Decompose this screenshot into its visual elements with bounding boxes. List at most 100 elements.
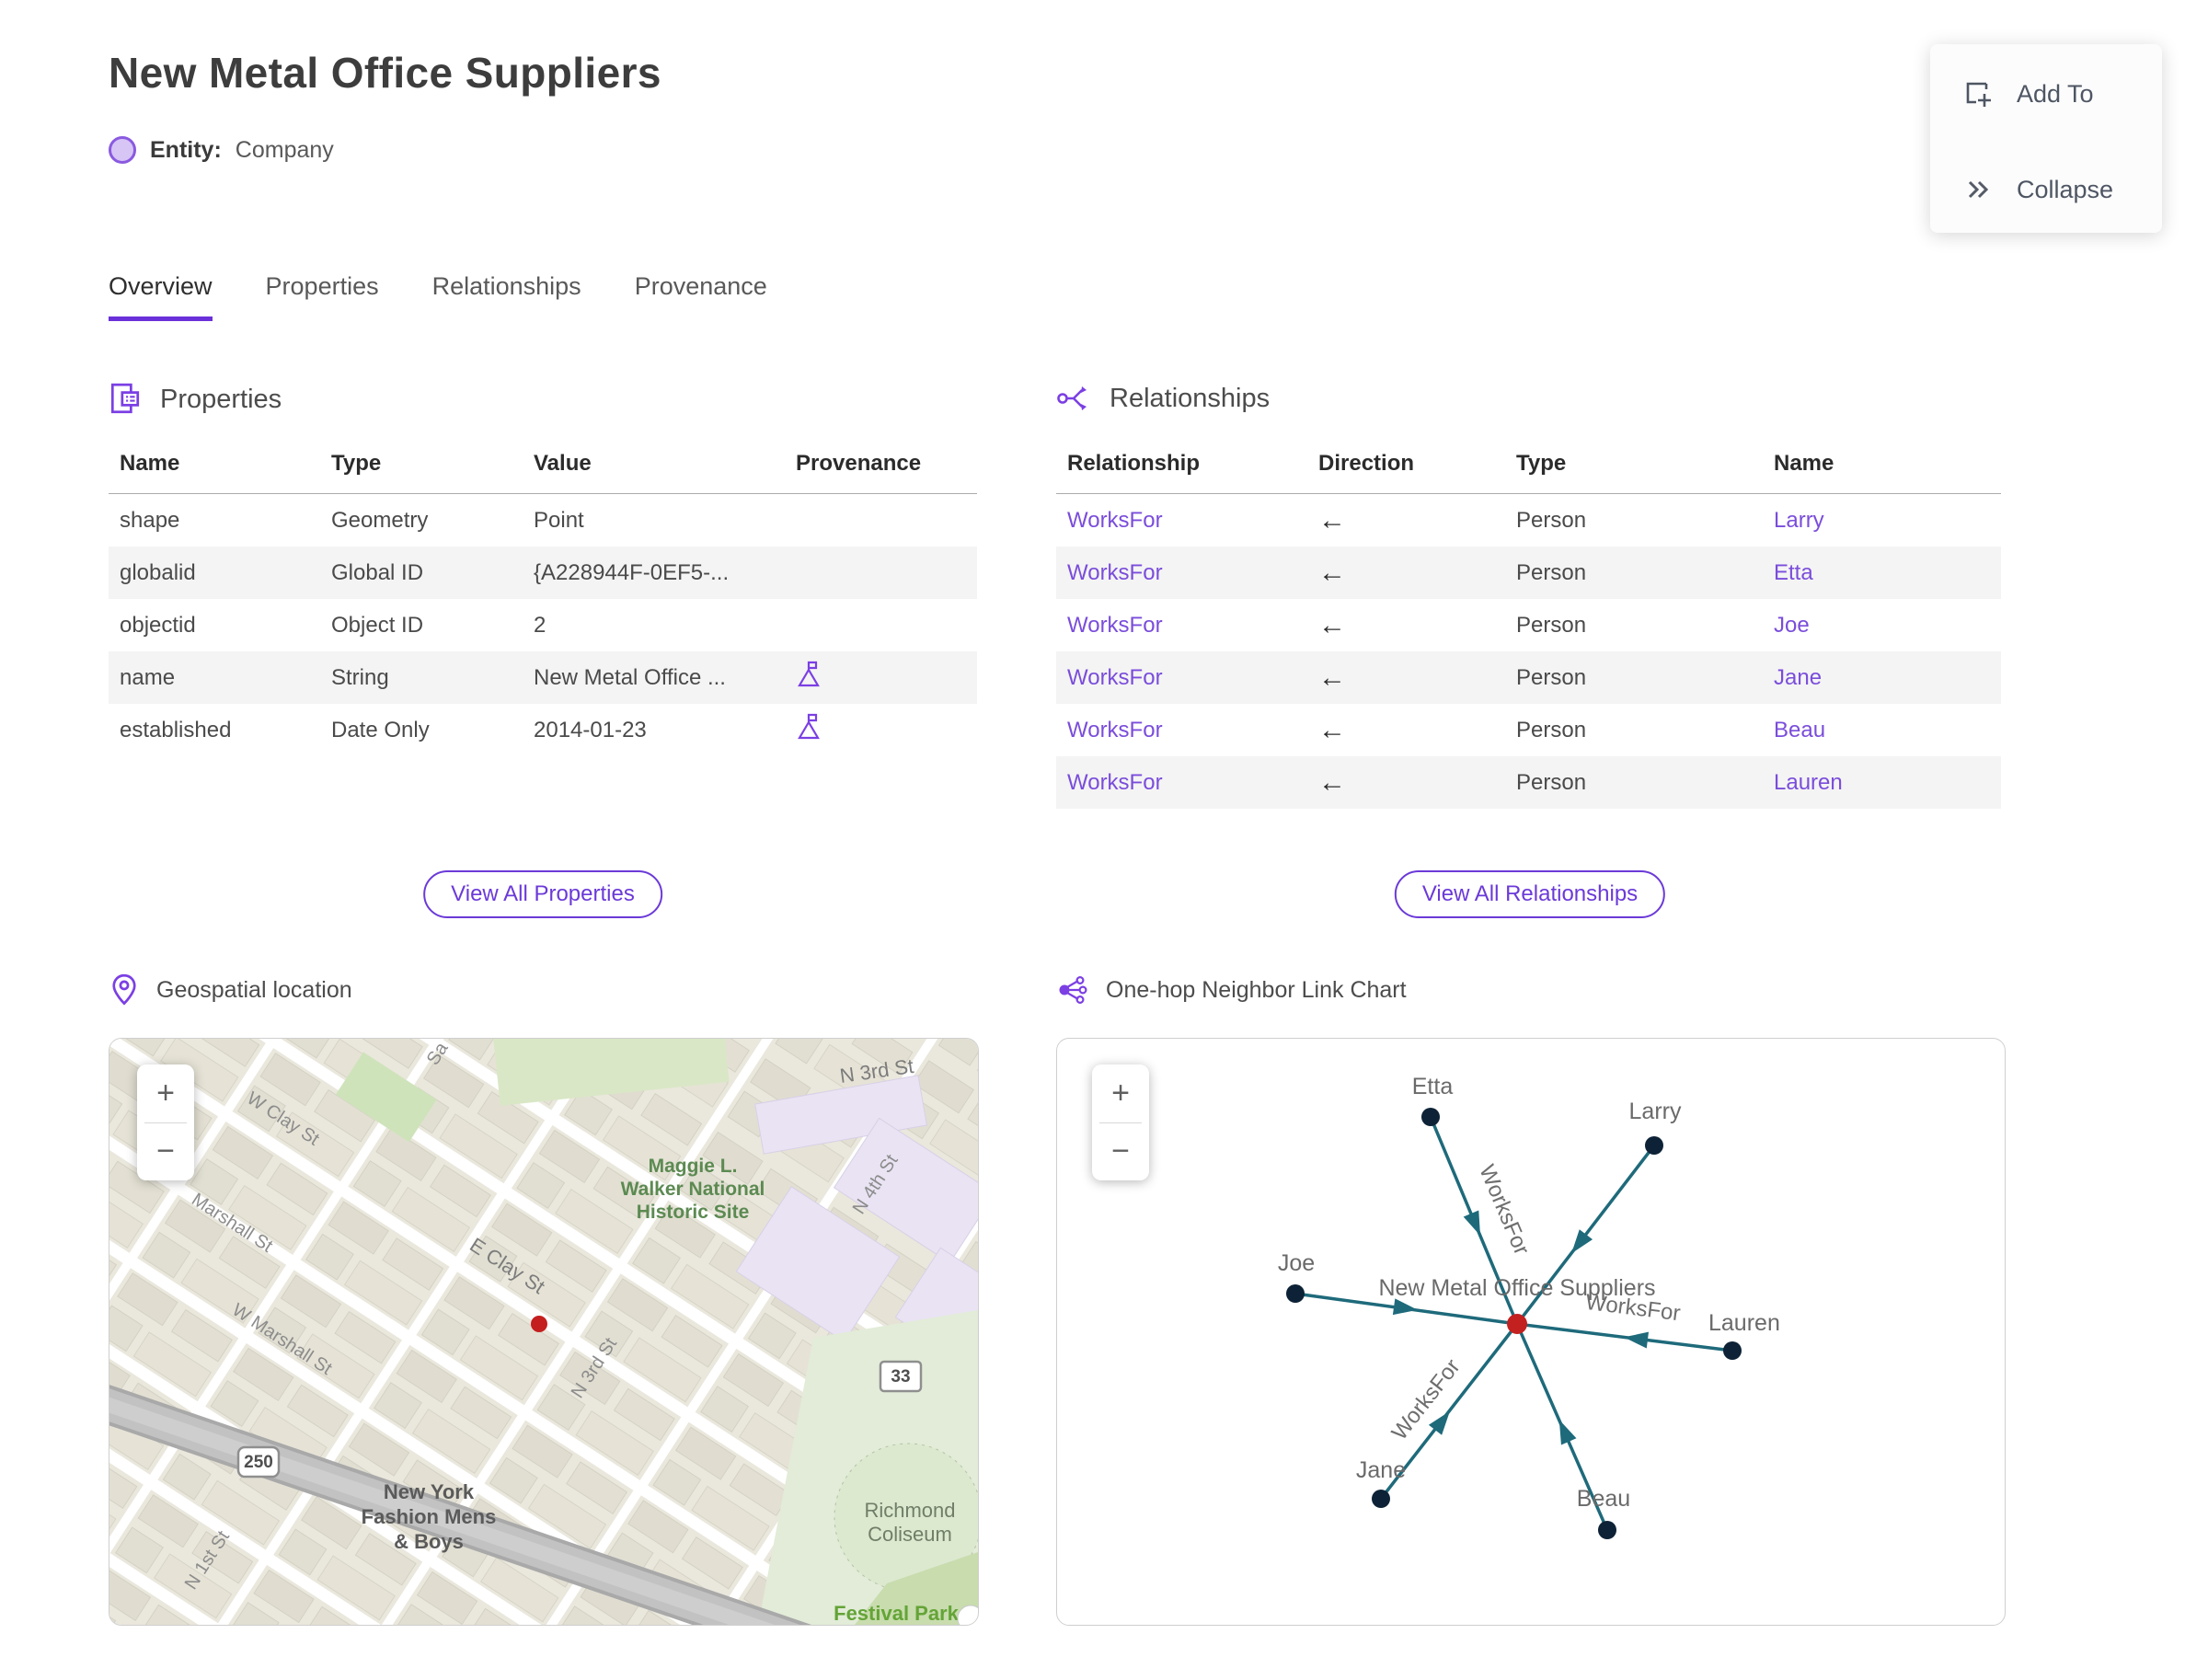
entity-location-marker[interactable]: [531, 1316, 547, 1332]
arrowhead: [1558, 1420, 1577, 1445]
prop-name: objectid: [120, 612, 196, 638]
related-name-link[interactable]: Lauren: [1763, 770, 2001, 796]
prop-provenance: [785, 713, 977, 747]
double-chevron-right-icon: [1968, 180, 1989, 199]
tab-properties[interactable]: Properties: [266, 272, 379, 321]
poi-label: Maggie L.: [649, 1156, 738, 1177]
edge-label: WorksFor: [1387, 1354, 1466, 1444]
col-header-type: Type: [331, 451, 382, 476]
node-label: Larry: [1629, 1099, 1682, 1124]
col-header-provenance: Provenance: [796, 451, 922, 476]
node-label: Joe: [1278, 1250, 1315, 1276]
tab-relationships[interactable]: Relationships: [432, 272, 581, 321]
direction-arrow: ←: [1318, 504, 1346, 535]
relationships-icon: [1057, 386, 1087, 410]
entity-label: Entity:: [150, 136, 222, 163]
related-name-link[interactable]: Jane: [1763, 665, 2001, 691]
relationships-section-header: Relationships: [1056, 382, 1270, 415]
table-row: WorksFor ← Person Etta: [1056, 547, 2001, 599]
center-node-label: New Metal Office Suppliers: [1378, 1275, 1655, 1301]
col-header-type: Type: [1516, 451, 1567, 476]
relationship-link[interactable]: WorksFor: [1056, 718, 1307, 743]
table-row: name String New Metal Office ...: [109, 651, 977, 704]
node-label: Beau: [1577, 1486, 1630, 1512]
link-chart-zoom-out-button[interactable]: −: [1092, 1123, 1149, 1181]
node-lauren[interactable]: [1723, 1341, 1742, 1360]
entity-detail-page: New Metal Office Suppliers Entity: Compa…: [0, 0, 2208, 1680]
relationships-table: Relationship Direction Type Name WorksFo…: [1056, 442, 2001, 809]
poi-label: Richmond: [864, 1499, 955, 1522]
related-name-link[interactable]: Etta: [1763, 560, 2001, 586]
arrowhead: [1392, 1298, 1418, 1316]
link-chart-canvas[interactable]: WorksFor WorksFor WorksFor Etta Larry Jo…: [1057, 1039, 2005, 1625]
prop-value: {A228944F-0EF5-...: [534, 559, 730, 585]
map-pin-icon: [112, 973, 136, 1006]
prop-value: 2: [534, 612, 546, 638]
page-title: New Metal Office Suppliers: [109, 49, 661, 97]
route-shield-label: 33: [891, 1367, 910, 1387]
add-to-label: Add To: [2017, 79, 2094, 108]
link-chart-zoom-control: + −: [1092, 1064, 1149, 1180]
relationship-link[interactable]: WorksFor: [1056, 508, 1307, 534]
table-row: WorksFor ← Person Larry: [1056, 494, 2001, 547]
prop-value: New Metal Office ...: [534, 664, 726, 690]
properties-section-header: Properties: [109, 382, 282, 417]
prop-type: Global ID: [331, 559, 424, 585]
relationship-link[interactable]: WorksFor: [1056, 613, 1307, 639]
relationships-section-title: Relationships: [1110, 383, 1271, 413]
view-all-relationships-button[interactable]: View All Relationships: [1394, 870, 1666, 918]
map-panel: k Rd Sa W Clay St Marshall St W Marshall…: [109, 1038, 979, 1626]
map-canvas[interactable]: k Rd Sa W Clay St Marshall St W Marshall…: [109, 1039, 978, 1625]
relationship-link[interactable]: WorksFor: [1056, 665, 1307, 691]
col-header-relationship: Relationship: [1067, 451, 1201, 476]
provenance-flag-icon[interactable]: [796, 661, 822, 688]
table-row: WorksFor ← Person Jane: [1056, 651, 2001, 704]
related-name-link[interactable]: Larry: [1763, 508, 2001, 534]
node-joe[interactable]: [1286, 1284, 1305, 1303]
poi-label: New York: [384, 1480, 475, 1503]
direction-arrow: ←: [1318, 662, 1346, 693]
geospatial-section-title: Geospatial location: [156, 976, 352, 1003]
map-zoom-control: + −: [137, 1064, 194, 1180]
view-all-properties-button[interactable]: View All Properties: [423, 870, 662, 918]
entity-badge: Entity: Company: [109, 136, 334, 164]
relationship-link[interactable]: WorksFor: [1056, 770, 1307, 796]
route-shield-33: 33: [879, 1360, 923, 1393]
add-to-button[interactable]: Add To: [1961, 77, 2094, 110]
direction-arrow: ←: [1318, 714, 1346, 745]
prop-type: Date Only: [331, 717, 430, 742]
linkchart-section-header: One-hop Neighbor Link Chart: [1056, 973, 1407, 1007]
node-beau[interactable]: [1598, 1521, 1616, 1539]
collapse-button[interactable]: Collapse: [1961, 173, 2113, 206]
arrowhead: [1463, 1210, 1481, 1236]
node-center-company[interactable]: [1507, 1314, 1527, 1334]
node-etta[interactable]: [1421, 1108, 1440, 1126]
properties-table-body: shape Geometry Point globalid Global ID …: [109, 494, 977, 756]
link-chart-icon: [1059, 975, 1087, 1005]
poi-label: Festival Park: [834, 1602, 960, 1625]
relationships-table-body: WorksFor ← Person Larry WorksFor ← Perso…: [1056, 494, 2001, 809]
related-type: Person: [1516, 507, 1587, 533]
properties-icon: [110, 383, 140, 414]
table-row: WorksFor ← Person Lauren: [1056, 756, 2001, 809]
node-jane[interactable]: [1372, 1490, 1390, 1508]
table-row: WorksFor ← Person Joe: [1056, 599, 2001, 651]
tab-overview[interactable]: Overview: [109, 272, 213, 321]
node-larry[interactable]: [1645, 1136, 1663, 1155]
node-label: Jane: [1356, 1457, 1406, 1483]
prop-type: Geometry: [331, 507, 429, 533]
provenance-flag-icon[interactable]: [796, 713, 822, 741]
link-chart-zoom-in-button[interactable]: +: [1092, 1064, 1149, 1122]
properties-table-header: Name Type Value Provenance: [109, 442, 977, 494]
related-name-link[interactable]: Joe: [1763, 613, 2001, 639]
relationship-link[interactable]: WorksFor: [1056, 560, 1307, 586]
node-label: Lauren: [1708, 1310, 1780, 1336]
poi-label: Coliseum: [868, 1523, 952, 1546]
table-row: established Date Only 2014-01-23: [109, 704, 977, 756]
col-header-name: Name: [1774, 451, 1834, 476]
map-zoom-in-button[interactable]: +: [137, 1064, 194, 1122]
related-name-link[interactable]: Beau: [1763, 718, 2001, 743]
tab-provenance[interactable]: Provenance: [635, 272, 767, 321]
map-zoom-out-button[interactable]: −: [137, 1123, 194, 1181]
linkchart-section-title: One-hop Neighbor Link Chart: [1106, 976, 1407, 1003]
